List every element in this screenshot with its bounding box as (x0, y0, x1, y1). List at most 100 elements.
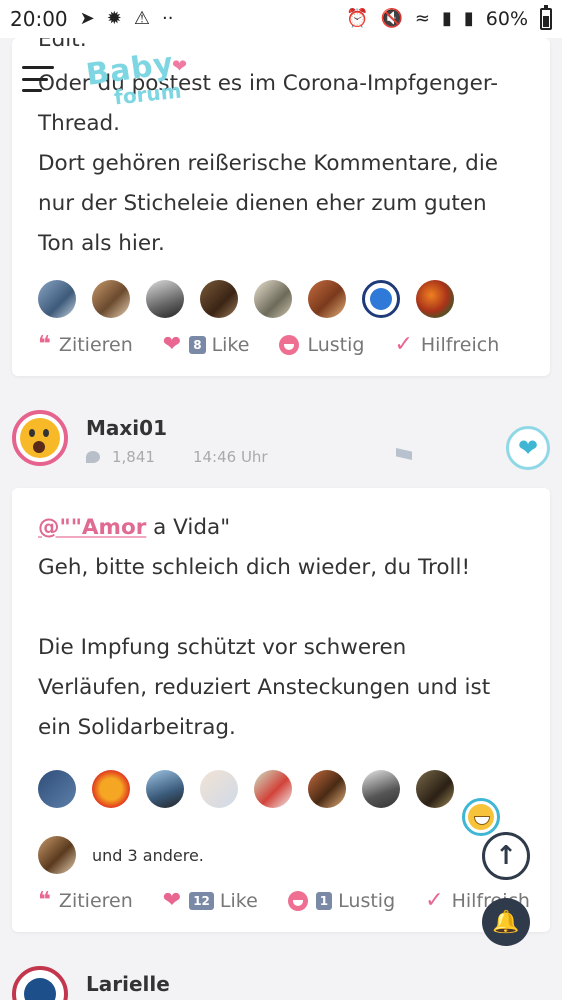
post-line (38, 588, 524, 628)
avatar[interactable] (308, 770, 346, 808)
post-meta: 1,841 14:46 Uhr (86, 448, 268, 466)
surprised-emoji-icon (20, 418, 60, 458)
helpful-label: Hilfreich (420, 333, 500, 356)
quote-button[interactable]: ❝ Zitieren (38, 332, 133, 357)
reactors-more[interactable]: und 3 andere. (38, 836, 204, 874)
mention-link[interactable]: @""Amor (38, 515, 146, 540)
post-header: Maxi01 1,841 14:46 Uhr ❤ (12, 410, 550, 472)
mute-icon: 🔇 (380, 8, 403, 29)
bell-icon: 🔔 (492, 909, 520, 935)
avatar[interactable] (12, 410, 68, 466)
avatar[interactable] (38, 770, 76, 808)
funny-button[interactable]: 1 Lustig (287, 889, 396, 912)
avatar[interactable] (200, 770, 238, 808)
menu-icon[interactable] (22, 66, 54, 92)
username[interactable]: Maxi01 (86, 416, 167, 440)
and-more-label: und 3 andere. (92, 845, 204, 865)
battery-icon (540, 5, 552, 30)
funny-label: Lustig (338, 889, 396, 912)
post-line: Verläufen, reduziert Ansteckungen und is… (38, 675, 491, 700)
avatar[interactable] (92, 280, 130, 318)
menu-bar (22, 66, 54, 69)
avatar[interactable] (416, 280, 454, 318)
reactor-avatars (38, 280, 454, 318)
signal-icon: ▮ (463, 8, 474, 29)
warning-icon: ⚠ (133, 8, 150, 29)
avatar[interactable] (308, 280, 346, 318)
avatar[interactable] (38, 280, 76, 318)
like-count: 12 (189, 891, 214, 910)
fan-icon: ✹ (106, 8, 122, 29)
battery-percent: 60% (485, 8, 528, 30)
emoji-reaction-button[interactable] (462, 798, 500, 836)
post-line: @""Amor a Vida" (38, 508, 524, 548)
comment-bubble-icon (86, 451, 100, 463)
battery-fill (543, 16, 549, 27)
signal-icon: ▮ (441, 8, 452, 29)
avatar[interactable] (146, 770, 184, 808)
status-time: 20:00 (10, 7, 68, 31)
post-line: ein Solidarbeitrag. (38, 715, 236, 740)
scroll-top-button[interactable]: ↑ (482, 832, 530, 880)
quote-label: Zitieren (58, 333, 133, 356)
post-line: Ton als hier. (38, 231, 165, 256)
heart-icon[interactable]: ❤ (506, 426, 550, 470)
avatar[interactable] (92, 770, 130, 808)
funny-label: Lustig (307, 333, 365, 356)
heart-icon: ❤ (162, 888, 182, 913)
alarm-icon: ⏰ (346, 8, 369, 29)
avatar[interactable] (200, 280, 238, 318)
post-time: 14:46 Uhr (192, 448, 268, 466)
avatar[interactable] (416, 770, 454, 808)
avatar[interactable] (362, 770, 400, 808)
status-bar: 20:00 ➤ ✹ ⚠ ·· ⏰ 🔇 ≈ ▮ ▮ 60% (0, 0, 562, 38)
logo-heart-icon: ❤ (172, 56, 188, 77)
menu-bar (22, 89, 42, 92)
notifications-button[interactable]: 🔔 (482, 898, 530, 946)
quote-button[interactable]: ❝ Zitieren (38, 888, 133, 913)
post-line: Edit: (38, 38, 87, 52)
post-body: @""Amor a Vida" Geh, bitte schleich dich… (12, 488, 550, 748)
post-line: Die Impfung schützt vor schweren (38, 635, 407, 660)
reaction-bar: ❝ Zitieren ❤ 8 Like Lustig ✓ Hilfreich (38, 332, 529, 357)
check-icon: ✓ (425, 888, 444, 913)
like-label: Like (219, 889, 258, 912)
like-button[interactable]: ❤ 8 Like (163, 332, 250, 357)
mention-rest: a Vida" (146, 515, 231, 540)
heart-icon: ❤ (162, 332, 182, 357)
smile-emoji-icon (468, 804, 494, 830)
post-line: Dort gehören reißerische Kommentare, die (38, 151, 499, 176)
telegram-icon: ➤ (79, 8, 95, 29)
funny-count: 1 (315, 891, 333, 910)
funny-button[interactable]: Lustig (279, 334, 364, 356)
quote-icon: ❝ (38, 888, 51, 913)
avatar[interactable] (38, 836, 76, 874)
post-line: Geh, bitte schleich dich wieder, du Trol… (38, 555, 471, 580)
laugh-icon (279, 334, 300, 355)
post-count: 1,841 (112, 448, 155, 466)
username[interactable]: Larielle (86, 972, 170, 996)
site-logo[interactable]: Baby forum ❤ (84, 46, 204, 112)
menu-bar (22, 77, 48, 81)
wifi-icon: ≈ (414, 8, 430, 29)
avatar[interactable] (362, 280, 400, 318)
helpful-button[interactable]: ✓ Hilfreich (394, 332, 499, 357)
check-icon: ✓ (394, 332, 413, 357)
reactor-avatars (38, 770, 454, 808)
like-button[interactable]: ❤ 12 Like (163, 888, 258, 913)
post-card: @""Amor a Vida" Geh, bitte schleich dich… (12, 488, 550, 932)
quote-label: Zitieren (58, 889, 133, 912)
post-line: nur der Sticheleie dienen eher zum guten (38, 191, 487, 216)
reaction-bar: ❝ Zitieren ❤ 12 Like 1 Lustig ✓ Hilfreic… (38, 888, 560, 913)
avatar[interactable] (146, 280, 184, 318)
avatar[interactable] (254, 770, 292, 808)
avatar[interactable] (12, 966, 68, 1000)
laugh-icon (287, 890, 308, 911)
report-flag-icon[interactable] (396, 448, 414, 464)
avatar[interactable] (254, 280, 292, 318)
more-dots-icon: ·· (161, 8, 174, 29)
quote-icon: ❝ (38, 332, 51, 357)
like-label: Like (211, 333, 250, 356)
like-count: 8 (189, 335, 206, 354)
arrow-up-icon: ↑ (495, 841, 517, 871)
